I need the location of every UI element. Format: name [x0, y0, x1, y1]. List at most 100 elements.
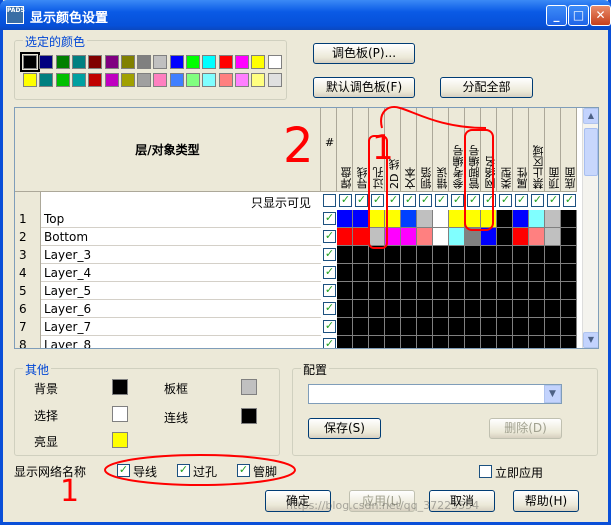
visibility-checkbox[interactable]: ✓: [403, 194, 416, 207]
layer-color-cell[interactable]: [449, 246, 465, 264]
color-swatch[interactable]: [55, 73, 70, 87]
layer-color-cell[interactable]: [513, 264, 529, 282]
layer-color-cell[interactable]: [337, 300, 353, 318]
color-swatch[interactable]: [104, 73, 119, 87]
visibility-checkbox[interactable]: ✓: [515, 194, 528, 207]
close-icon[interactable]: ✕: [590, 5, 611, 26]
layer-color-cell[interactable]: [449, 264, 465, 282]
color-swatch[interactable]: [218, 73, 233, 87]
scroll-thumb[interactable]: [584, 128, 598, 176]
color-swatch[interactable]: [23, 73, 37, 87]
layer-color-cell[interactable]: [465, 210, 481, 228]
layer-color-cell[interactable]: [417, 228, 433, 246]
layer-color-cell[interactable]: [561, 282, 577, 300]
layer-color-cell[interactable]: [481, 318, 497, 336]
color-swatch[interactable]: [20, 52, 40, 72]
layer-color-cell[interactable]: [449, 300, 465, 318]
background-color-swatch[interactable]: [112, 379, 128, 395]
visibility-checkbox[interactable]: ✓: [419, 194, 432, 207]
color-swatch[interactable]: [39, 55, 54, 69]
color-swatch[interactable]: [120, 55, 135, 69]
column-header[interactable]: 类型: [497, 108, 513, 192]
visibility-checkbox[interactable]: ✓: [483, 194, 496, 207]
palette-button[interactable]: 调色板(P)...: [313, 43, 415, 64]
layer-color-cell[interactable]: [417, 336, 433, 348]
layer-color-cell[interactable]: [337, 246, 353, 264]
layer-color-cell[interactable]: [529, 210, 545, 228]
layer-color-cell[interactable]: [417, 264, 433, 282]
highlight-color-swatch[interactable]: [112, 432, 128, 448]
scroll-down-icon[interactable]: ▼: [583, 332, 598, 348]
layer-color-cell[interactable]: [337, 336, 353, 348]
layer-color-cell[interactable]: [417, 318, 433, 336]
column-header[interactable]: 焊盘: [337, 108, 353, 192]
config-select[interactable]: ▼: [308, 384, 562, 404]
layer-color-cell[interactable]: [481, 300, 497, 318]
layer-color-cell[interactable]: [481, 336, 497, 348]
assign-all-button[interactable]: 分配全部: [440, 77, 533, 98]
layer-color-cell[interactable]: [369, 336, 385, 348]
layer-color-cell[interactable]: [561, 228, 577, 246]
layer-color-cell[interactable]: [465, 282, 481, 300]
layer-color-cell[interactable]: [433, 336, 449, 348]
layer-color-cell[interactable]: [561, 246, 577, 264]
color-swatch[interactable]: [186, 73, 200, 87]
color-swatch[interactable]: [71, 55, 86, 69]
layer-color-cell[interactable]: [513, 246, 529, 264]
layer-visible-checkbox[interactable]: ✓: [323, 338, 336, 348]
layer-color-cell[interactable]: [465, 264, 481, 282]
layer-color-cell[interactable]: [513, 282, 529, 300]
layer-color-cell[interactable]: [401, 318, 417, 336]
layer-color-cell[interactable]: [353, 210, 369, 228]
layer-color-cell[interactable]: [449, 318, 465, 336]
layer-color-cell[interactable]: [401, 336, 417, 348]
color-swatch[interactable]: [186, 55, 200, 69]
layer-color-cell[interactable]: [385, 318, 401, 336]
layer-color-cell[interactable]: [513, 336, 529, 348]
layer-color-cell[interactable]: [497, 228, 513, 246]
color-swatch[interactable]: [267, 73, 282, 87]
layer-color-cell[interactable]: [465, 336, 481, 348]
layer-color-cell[interactable]: [353, 246, 369, 264]
layer-color-cell[interactable]: [561, 210, 577, 228]
layer-color-cell[interactable]: [529, 228, 545, 246]
color-swatch[interactable]: [169, 73, 184, 87]
visibility-checkbox[interactable]: ✓: [547, 194, 560, 207]
delete-button[interactable]: 删除(D): [489, 418, 562, 439]
color-swatch[interactable]: [104, 55, 119, 69]
layer-color-cell[interactable]: [481, 264, 497, 282]
layer-color-cell[interactable]: [513, 228, 529, 246]
chevron-down-icon[interactable]: ▼: [544, 385, 561, 403]
layer-color-cell[interactable]: [385, 336, 401, 348]
scroll-up-icon[interactable]: ▲: [583, 108, 598, 124]
color-swatch[interactable]: [137, 73, 152, 87]
layer-color-cell[interactable]: [353, 318, 369, 336]
save-button[interactable]: 保存(S): [308, 418, 381, 439]
layer-color-cell[interactable]: [401, 210, 417, 228]
color-swatch[interactable]: [234, 55, 249, 69]
layer-color-cell[interactable]: [497, 264, 513, 282]
layer-color-cell[interactable]: [529, 264, 545, 282]
layer-color-cell[interactable]: [353, 282, 369, 300]
layer-color-cell[interactable]: [529, 336, 545, 348]
layer-color-cell[interactable]: [545, 282, 561, 300]
layer-color-cell[interactable]: [529, 246, 545, 264]
layer-color-cell[interactable]: [529, 282, 545, 300]
layer-color-cell[interactable]: [369, 282, 385, 300]
layer-color-cell[interactable]: [497, 318, 513, 336]
layer-color-cell[interactable]: [337, 282, 353, 300]
column-header[interactable]: 文本: [401, 108, 417, 192]
layer-color-cell[interactable]: [481, 282, 497, 300]
layer-color-cell[interactable]: [401, 264, 417, 282]
layer-color-cell[interactable]: [433, 246, 449, 264]
layer-color-cell[interactable]: [401, 246, 417, 264]
layer-color-cell[interactable]: [385, 228, 401, 246]
layer-color-cell[interactable]: [513, 210, 529, 228]
layer-color-cell[interactable]: [417, 282, 433, 300]
layer-color-cell[interactable]: [561, 336, 577, 348]
layer-color-cell[interactable]: [385, 282, 401, 300]
layer-color-cell[interactable]: [353, 264, 369, 282]
layer-visible-checkbox[interactable]: ✓: [323, 266, 336, 279]
layer-visible-checkbox[interactable]: ✓: [323, 320, 336, 333]
table-scrollbar[interactable]: ▲ ▼: [582, 108, 598, 348]
